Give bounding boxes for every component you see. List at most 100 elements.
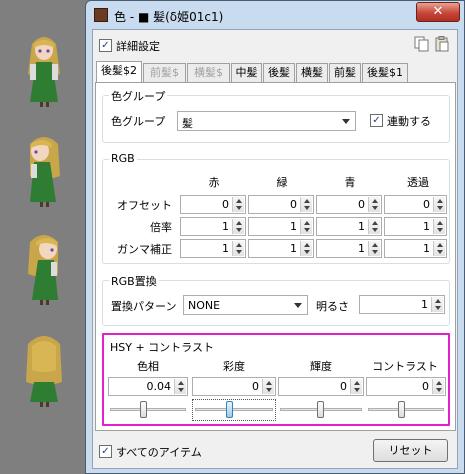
spin-arrows-icon[interactable] — [232, 197, 244, 212]
slider-thumb[interactable] — [226, 401, 233, 418]
contrast-slider[interactable] — [366, 399, 446, 421]
hsy-contrast-section: HSY + コントラスト 色相 彩度 輝度 コントラスト 0.04 0 0 0 — [102, 333, 450, 426]
gamma-red-input[interactable]: 1 — [180, 239, 246, 258]
tab-panel: 色グループ 色グループ 髪 ✓ 連動する RGB 赤 緑 青 透過 オフセット … — [95, 82, 456, 431]
replace-pattern-select[interactable]: NONE — [183, 295, 308, 315]
tab-back-hair-1[interactable]: 後髪$1 — [362, 63, 408, 82]
rgb-header-blue: 青 — [344, 176, 356, 189]
spin-arrows-icon[interactable] — [350, 379, 362, 394]
tab-side-hair[interactable]: 横髪 — [296, 63, 328, 82]
hue-input[interactable]: 0.04 — [108, 377, 188, 396]
offset-green-input[interactable]: 0 — [248, 195, 314, 214]
offset-red-input[interactable]: 0 — [180, 195, 246, 214]
saturation-slider[interactable] — [192, 399, 276, 421]
character-sprite-side-right — [28, 235, 58, 305]
reset-button[interactable]: リセット — [373, 439, 448, 462]
character-sprite-front — [28, 37, 60, 107]
character-sprite-back — [26, 336, 62, 407]
chevron-down-icon — [294, 303, 302, 308]
rgb-section: RGB 赤 緑 青 透過 オフセット 0 0 0 0 倍率 1 1 1 1 ガン… — [102, 152, 450, 264]
spin-arrows-icon[interactable] — [431, 297, 443, 312]
link-checkbox[interactable]: ✓ — [370, 114, 383, 127]
spin-arrows-icon[interactable] — [300, 197, 312, 212]
multiplier-blue-input[interactable]: 1 — [316, 217, 382, 236]
hue-slider[interactable] — [108, 399, 188, 421]
color-dialog: 色 - ■ 髪(δ姫01c1) ✕ ✓ 詳細設定 後髪$2 前髪$ 横髪$ 中髪… — [85, 0, 465, 474]
rgb-replace-title: RGB置換 — [109, 273, 159, 289]
offset-blue-input[interactable]: 0 — [316, 195, 382, 214]
color-group-value: 髪 — [182, 117, 193, 130]
spin-arrows-icon[interactable] — [232, 219, 244, 234]
hue-header: 色相 — [137, 360, 159, 373]
offset-alpha-input[interactable]: 0 — [384, 195, 447, 214]
offset-label: オフセット — [117, 199, 172, 212]
spin-arrows-icon[interactable] — [433, 241, 445, 256]
spin-arrows-icon[interactable] — [368, 197, 380, 212]
replace-pattern-value: NONE — [188, 299, 221, 312]
slider-thumb[interactable] — [140, 401, 147, 418]
tab-back-hair-2[interactable]: 後髪$2 — [96, 61, 142, 83]
title-bar[interactable]: 色 - ■ 髪(δ姫01c1) ✕ — [86, 1, 464, 29]
close-button[interactable]: ✕ — [416, 2, 460, 22]
luma-input[interactable]: 0 — [278, 377, 364, 396]
spin-arrows-icon[interactable] — [300, 241, 312, 256]
rgb-header-alpha: 透過 — [407, 176, 429, 189]
gamma-alpha-input[interactable]: 1 — [384, 239, 447, 258]
brightness-label: 明るさ — [316, 300, 349, 313]
tab-front-hair-s[interactable]: 前髪$ — [143, 63, 186, 82]
spin-arrows-icon[interactable] — [433, 219, 445, 234]
spin-arrows-icon[interactable] — [174, 379, 186, 394]
detail-settings-label: 詳細設定 — [116, 40, 160, 53]
slider-track — [110, 408, 186, 411]
rgb-title: RGB — [109, 152, 137, 165]
tab-front-hair[interactable]: 前髪 — [329, 63, 361, 82]
slider-thumb[interactable] — [398, 401, 405, 418]
multiplier-red-input[interactable]: 1 — [180, 217, 246, 236]
contrast-input[interactable]: 0 — [366, 377, 446, 396]
app-icon — [94, 8, 108, 22]
gamma-blue-input[interactable]: 1 — [316, 239, 382, 258]
contrast-header: コントラスト — [372, 360, 438, 373]
link-label: 連動する — [387, 115, 431, 128]
saturation-input[interactable]: 0 — [192, 377, 276, 396]
all-items-checkbox[interactable]: ✓ — [99, 445, 112, 458]
rgb-header-red: 赤 — [208, 176, 220, 189]
color-group-select[interactable]: 髪 — [177, 111, 356, 131]
spin-arrows-icon[interactable] — [232, 241, 244, 256]
sprite-preview-pane — [0, 0, 88, 474]
character-sprite-side-left — [30, 137, 60, 207]
tab-side-hair-s[interactable]: 横髪$ — [187, 63, 230, 82]
multiplier-label: 倍率 — [150, 221, 172, 234]
hsy-title: HSY + コントラスト — [110, 341, 214, 354]
multiplier-alpha-input[interactable]: 1 — [384, 217, 447, 236]
spin-arrows-icon[interactable] — [300, 219, 312, 234]
slider-track — [195, 408, 273, 411]
spin-arrows-icon[interactable] — [432, 379, 444, 394]
all-items-label: すべてのアイテム — [116, 446, 202, 459]
tab-middle-hair[interactable]: 中髪 — [231, 63, 262, 82]
window-title: 色 - ■ 髪(δ姫01c1) — [114, 10, 224, 24]
color-group-label: 色グループ — [111, 115, 166, 128]
spin-arrows-icon[interactable] — [433, 197, 445, 212]
spin-arrows-icon[interactable] — [262, 379, 274, 394]
paste-icon[interactable] — [434, 36, 450, 52]
gamma-green-input[interactable]: 1 — [248, 239, 314, 258]
multiplier-green-input[interactable]: 1 — [248, 217, 314, 236]
spin-arrows-icon[interactable] — [368, 241, 380, 256]
spin-arrows-icon[interactable] — [368, 219, 380, 234]
slider-track — [368, 408, 444, 411]
detail-settings-checkbox[interactable]: ✓ — [99, 39, 112, 52]
tab-back-hair[interactable]: 後髪 — [263, 63, 295, 82]
color-group-title: 色グループ — [109, 88, 168, 104]
color-group-section: 色グループ 色グループ 髪 ✓ 連動する — [102, 88, 450, 143]
slider-thumb[interactable] — [317, 401, 324, 418]
copy-icon[interactable] — [414, 36, 430, 52]
gamma-label: ガンマ補正 — [117, 243, 172, 256]
saturation-header: 彩度 — [223, 360, 245, 373]
luma-header: 輝度 — [310, 360, 332, 373]
replace-pattern-label: 置換パターン — [111, 300, 177, 313]
rgb-replace-section: RGB置換 置換パターン NONE 明るさ 1 — [102, 273, 450, 326]
brightness-input[interactable]: 1 — [359, 295, 445, 314]
luma-slider[interactable] — [278, 399, 364, 421]
chevron-down-icon — [342, 119, 350, 124]
